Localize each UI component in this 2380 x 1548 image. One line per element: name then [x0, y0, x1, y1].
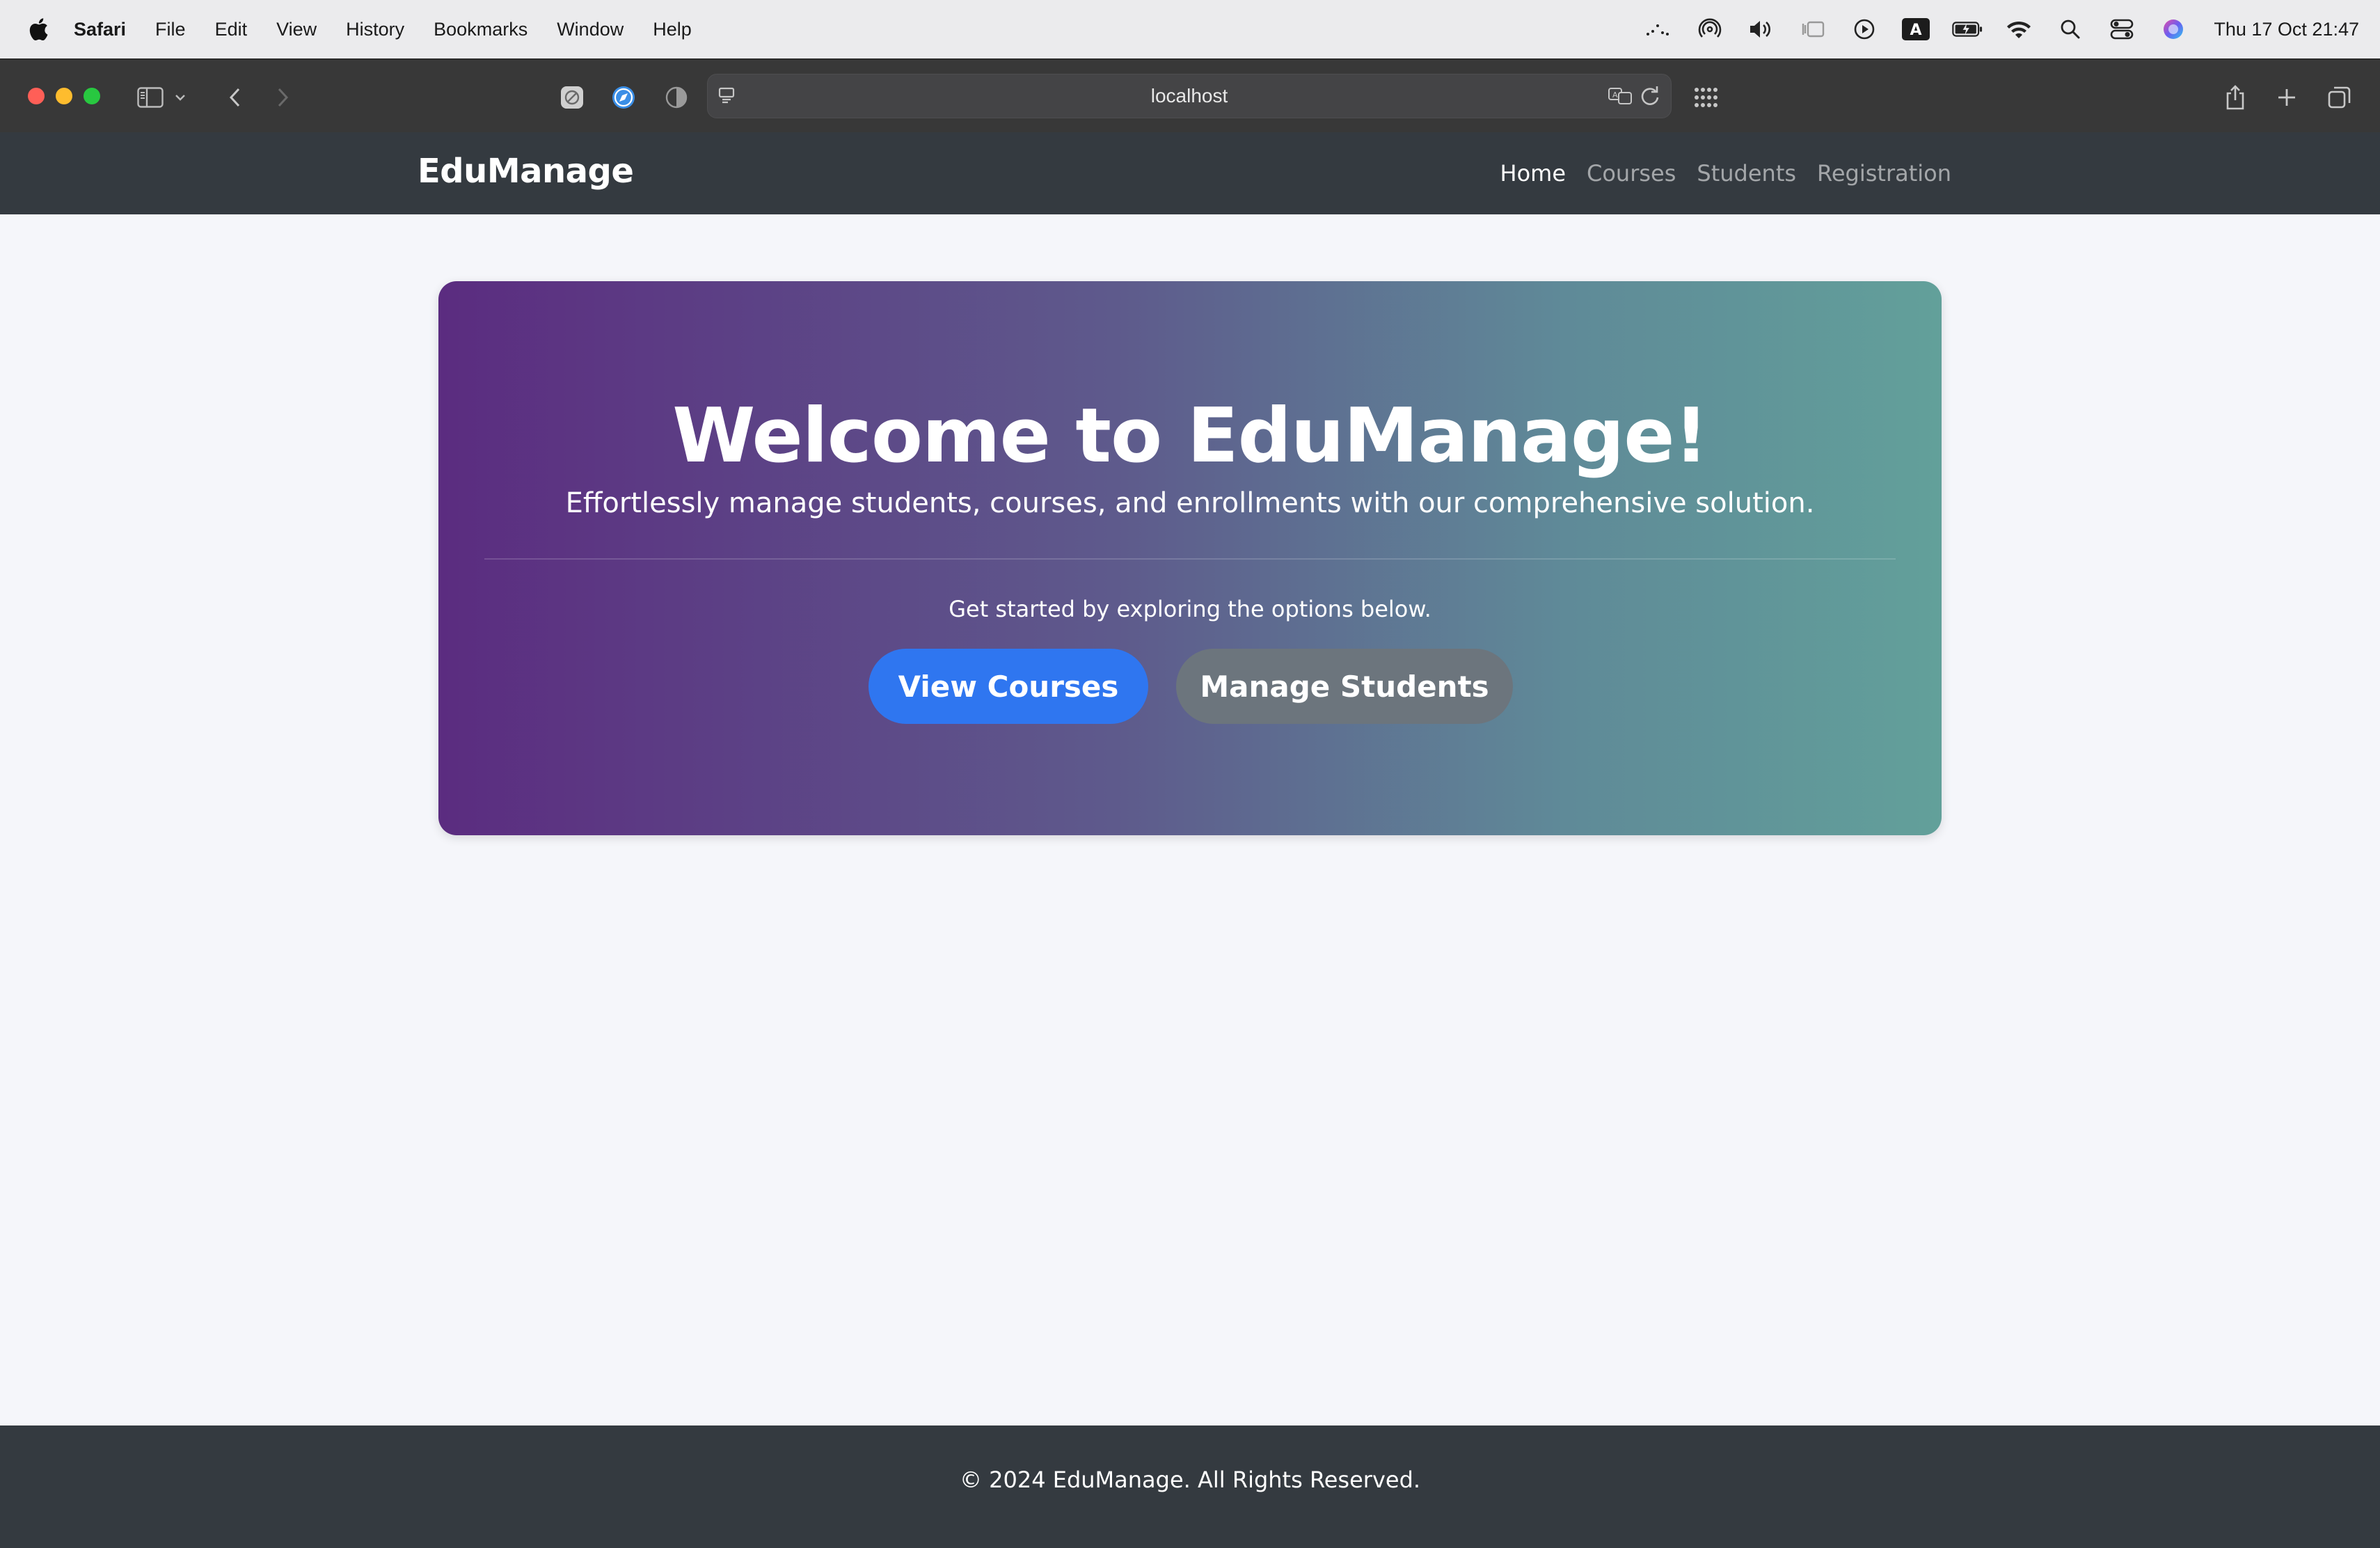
hero-title: Welcome to EduManage!	[672, 393, 1708, 480]
nav-link-registration[interactable]: Registration	[1817, 160, 1951, 187]
new-tab-icon[interactable]	[2269, 79, 2305, 116]
hero-divider	[484, 558, 1896, 560]
nav-link-home[interactable]: Home	[1500, 160, 1566, 187]
browser-toolbar: localhost A	[0, 58, 2380, 132]
manage-students-button[interactable]: Manage Students	[1176, 649, 1513, 724]
close-window-button[interactable]	[28, 88, 45, 104]
site-footer: © 2024 EduManage. All Rights Reserved.	[0, 1425, 2380, 1548]
hero-lead-text: Get started by exploring the options bel…	[949, 596, 1431, 622]
menu-app-safari[interactable]: Safari	[74, 19, 126, 40]
airdrop-icon[interactable]	[1695, 14, 1725, 45]
control-center-icon[interactable]	[2107, 14, 2137, 45]
hero-jumbotron: Welcome to EduManage! Effortlessly manag…	[438, 281, 1942, 835]
minimize-window-button[interactable]	[56, 88, 72, 104]
menu-window[interactable]: Window	[557, 19, 624, 40]
activity-icon[interactable]	[1643, 14, 1674, 45]
keyboard-input-icon[interactable]: A	[1901, 14, 1931, 45]
zoom-window-button[interactable]	[84, 88, 100, 104]
menu-file[interactable]: File	[155, 19, 186, 40]
battery-icon[interactable]	[1952, 14, 1983, 45]
menu-bar: Safari File Edit View History Bookmarks …	[0, 0, 2380, 58]
sidebar-toggle-icon[interactable]	[132, 79, 168, 116]
menu-edit[interactable]: Edit	[215, 19, 248, 40]
translate-icon[interactable]: A	[1607, 81, 1635, 112]
extension-icon[interactable]	[554, 79, 590, 116]
volume-icon[interactable]	[1746, 14, 1777, 45]
footer-copyright: © 2024 EduManage. All Rights Reserved.	[959, 1467, 1421, 1493]
share-icon[interactable]	[2217, 79, 2253, 116]
svg-text:A: A	[1612, 90, 1618, 100]
reload-icon[interactable]	[1637, 81, 1663, 112]
menubar-clock[interactable]: Thu 17 Oct 21:47	[2214, 19, 2359, 40]
site-nav-links: Home Courses Students Registration	[1500, 160, 1952, 187]
svg-text:A: A	[1910, 22, 1922, 39]
wifi-icon[interactable]	[2004, 14, 2034, 45]
nav-link-students[interactable]: Students	[1697, 160, 1796, 187]
stage-manager-icon[interactable]	[1798, 14, 1828, 45]
menu-bookmarks[interactable]: Bookmarks	[434, 19, 527, 40]
play-icon[interactable]	[1849, 14, 1880, 45]
window-controls	[28, 88, 100, 104]
url-text[interactable]: localhost	[1151, 85, 1228, 107]
menu-view[interactable]: View	[276, 19, 317, 40]
forward-icon[interactable]	[264, 79, 301, 116]
view-courses-button[interactable]: View Courses	[868, 649, 1148, 724]
dark-reader-icon[interactable]	[658, 79, 695, 116]
compass-extension-icon[interactable]	[605, 79, 642, 116]
hero-subtitle: Effortlessly manage students, courses, a…	[565, 487, 1815, 519]
site-navbar: EduManage Home Courses Students Registra…	[0, 132, 2380, 214]
site-brand[interactable]: EduManage	[418, 152, 634, 191]
chevron-down-icon[interactable]	[170, 79, 191, 116]
address-bar[interactable]: localhost A	[707, 74, 1672, 118]
page-menu-icon[interactable]	[717, 81, 738, 112]
back-icon[interactable]	[217, 79, 253, 116]
tab-overview-grid-icon[interactable]	[1688, 79, 1724, 116]
tabs-overview-icon[interactable]	[2322, 79, 2358, 116]
menu-help[interactable]: Help	[653, 19, 692, 40]
siri-icon[interactable]	[2158, 14, 2189, 45]
apple-icon[interactable]	[28, 17, 49, 42]
nav-link-courses[interactable]: Courses	[1587, 160, 1676, 187]
search-icon[interactable]	[2055, 14, 2086, 45]
menu-history[interactable]: History	[346, 19, 404, 40]
